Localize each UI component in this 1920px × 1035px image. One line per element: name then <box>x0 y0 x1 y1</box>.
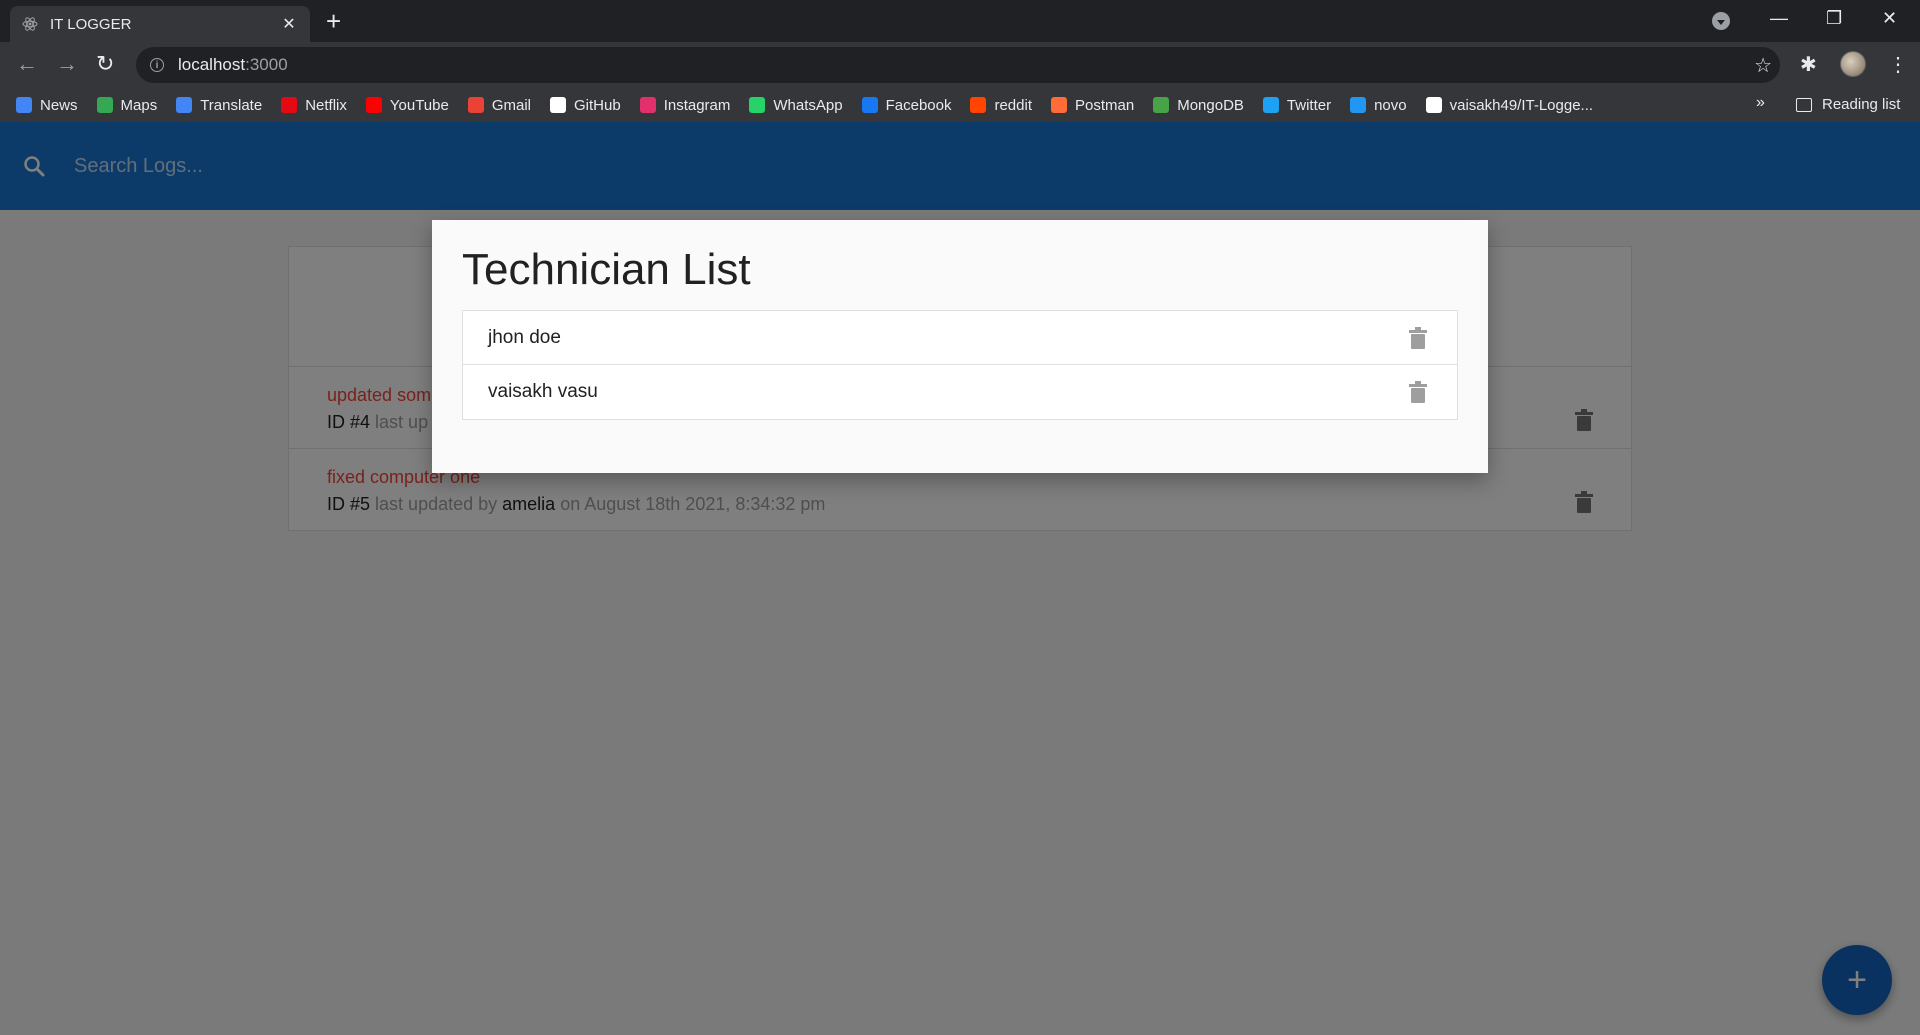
bookmark-item[interactable]: WhatsApp <box>749 96 843 114</box>
close-window-button[interactable]: ✕ <box>1882 8 1897 29</box>
address-bar[interactable]: i localhost:3000 ☆ <box>136 47 1780 83</box>
bookmark-label: vaisakh49/IT-Logge... <box>1449 96 1594 114</box>
technician-list: jhon doe vaisakh vasu <box>462 310 1458 420</box>
bookmark-label: Twitter <box>1286 96 1332 114</box>
bookmarks-overflow-button[interactable]: » <box>1756 94 1765 112</box>
technician-name: vaisakh vasu <box>488 381 598 402</box>
translate-icon <box>176 97 193 113</box>
bookmark-item[interactable]: novo <box>1350 97 1407 114</box>
bookmark-item[interactable]: Maps <box>96 96 158 114</box>
bookmark-item[interactable]: GitHub <box>550 97 621 114</box>
forward-button[interactable]: → <box>56 52 78 76</box>
technician-name: jhon doe <box>488 326 561 348</box>
tab-title: IT LOGGER <box>50 15 132 33</box>
reading-list-button[interactable]: Reading list <box>1796 96 1900 113</box>
bookmark-item[interactable]: Twitter <box>1262 96 1332 114</box>
postman-icon <box>1051 97 1067 113</box>
bookmark-label: Translate <box>200 96 263 114</box>
back-button[interactable]: ← <box>16 52 38 76</box>
bookmark-item[interactable]: MongoDB <box>1153 97 1244 114</box>
netflix-icon <box>281 97 298 113</box>
profile-avatar[interactable] <box>1840 51 1866 77</box>
github-icon <box>550 97 566 113</box>
technician-item: jhon doe <box>463 311 1457 365</box>
bookmark-item[interactable]: Instagram <box>639 96 731 114</box>
bookmark-label: Netflix <box>305 96 347 114</box>
reload-button[interactable]: ↻ <box>96 52 114 76</box>
extensions-icon[interactable]: ✱ <box>1800 52 1817 77</box>
bookmark-item[interactable]: vaisakh49/IT-Logge... <box>1425 96 1594 114</box>
maps-icon <box>96 97 113 113</box>
bookmarks-bar: News Maps Translate Netflix YouTube Gmail GitH… <box>0 88 1920 122</box>
new-tab-button[interactable]: + <box>326 8 341 34</box>
instagram-icon <box>639 97 656 113</box>
bookmark-label: Postman <box>1075 96 1135 114</box>
tab-search-icon[interactable] <box>1712 12 1730 30</box>
bookmark-label: Gmail <box>491 96 531 114</box>
bookmark-star-icon[interactable]: ☆ <box>1754 53 1772 78</box>
twitter-icon <box>1262 97 1279 113</box>
gmail-icon <box>467 97 484 113</box>
bookmark-item[interactable]: Netflix <box>281 97 347 114</box>
bookmark-label: WhatsApp <box>773 96 843 114</box>
react-icon <box>22 16 38 32</box>
browser-tab[interactable]: IT LOGGER ✕ <box>10 6 310 42</box>
bookmark-item[interactable]: YouTube <box>365 96 449 114</box>
facebook-icon <box>861 97 878 113</box>
minimize-button[interactable]: — <box>1770 8 1788 29</box>
browser-menu-icon[interactable]: ⋮ <box>1888 52 1908 77</box>
bookmark-label: GitHub <box>574 96 621 114</box>
bookmark-label: Maps <box>120 96 158 114</box>
bookmark-label: Facebook <box>885 96 952 114</box>
bookmark-item[interactable]: Facebook <box>861 96 952 114</box>
youtube-icon <box>365 97 382 113</box>
bookmark-label: YouTube <box>389 96 449 114</box>
technician-item: vaisakh vasu <box>463 365 1457 419</box>
browser-tab-strip: IT LOGGER ✕ + — ❐ ✕ <box>0 0 1920 42</box>
mongodb-icon <box>1153 97 1170 113</box>
whatsapp-icon <box>749 97 766 113</box>
reddit-icon <box>970 97 987 113</box>
news-icon <box>16 97 32 113</box>
restore-button[interactable]: ❐ <box>1826 8 1842 29</box>
bookmark-item[interactable]: News <box>16 97 78 114</box>
bookmark-item[interactable]: Postman <box>1051 97 1134 114</box>
url-port: :3000 <box>245 55 288 74</box>
github-icon <box>1425 97 1442 113</box>
tab-close-icon[interactable]: ✕ <box>280 14 298 34</box>
bookmark-label: Instagram <box>663 96 731 114</box>
delete-technician-icon[interactable] <box>1409 381 1427 403</box>
bookmark-label: novo <box>1374 96 1407 114</box>
delete-technician-icon[interactable] <box>1409 327 1427 349</box>
technician-list-modal: Technician List jhon doe vaisakh vasu <box>432 220 1488 473</box>
modal-title: Technician List <box>462 245 751 294</box>
novo-icon <box>1350 97 1367 113</box>
reading-list-label: Reading list <box>1822 96 1901 113</box>
bookmark-item[interactable]: Gmail <box>467 96 531 114</box>
reading-list-icon <box>1796 97 1812 112</box>
bookmark-item[interactable]: Translate <box>176 97 262 114</box>
bookmark-label: reddit <box>994 96 1032 114</box>
bookmark-label: MongoDB <box>1177 96 1244 114</box>
browser-toolbar: ← → ↻ i localhost:3000 ☆ <box>0 42 1920 88</box>
bookmark-item[interactable]: reddit <box>970 97 1032 114</box>
bookmark-label: News <box>40 96 78 114</box>
url-host: localhost <box>178 55 246 74</box>
info-icon[interactable]: i <box>150 58 164 72</box>
